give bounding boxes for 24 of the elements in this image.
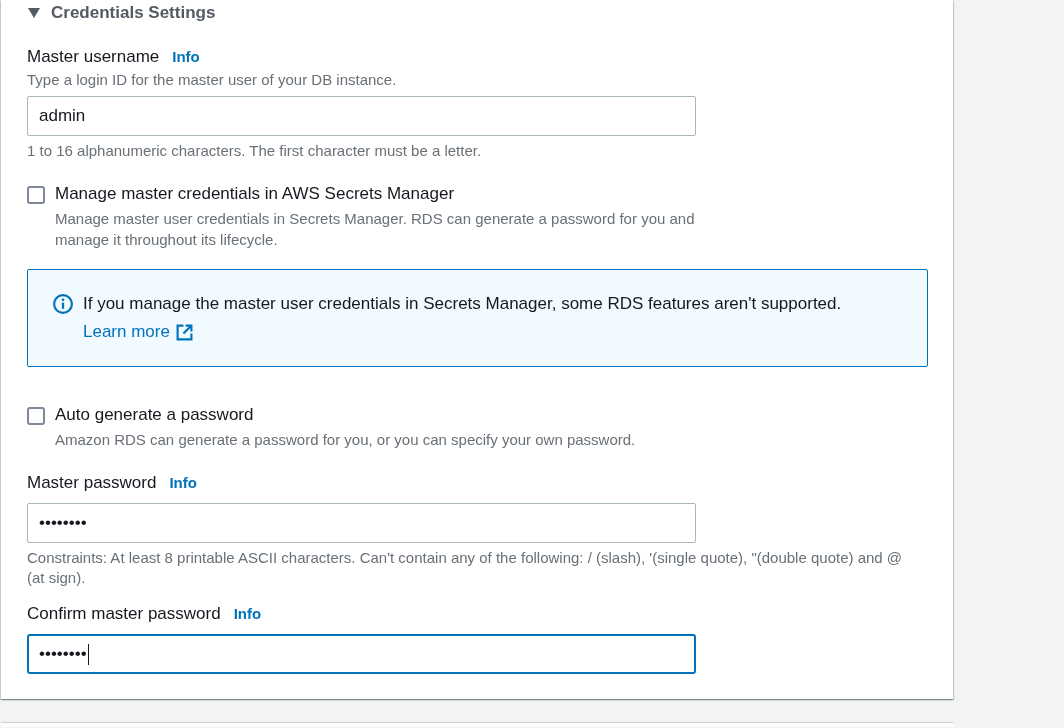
info-link[interactable]: Info xyxy=(233,603,262,625)
field-description: Type a login ID for the master user of your DB instance. xyxy=(27,70,398,90)
learn-more-link[interactable]: Learn more xyxy=(83,318,193,346)
info-icon xyxy=(53,294,73,314)
text-field[interactable]: •••••••• xyxy=(27,503,696,543)
checkbox-label: Auto generate a password xyxy=(55,404,255,426)
checkbox[interactable] xyxy=(27,407,45,425)
info-link[interactable]: Info xyxy=(172,46,200,68)
text-field[interactable]: •••••••• xyxy=(27,634,696,674)
section-toggle[interactable]: Credentials Settings xyxy=(27,0,216,26)
text-cursor-icon xyxy=(87,643,89,665)
external-link-icon xyxy=(175,323,193,341)
field-hint: Constraints: At least 8 printable ASCII characters. Can't contain any of the following: / (slash), '(single quote), "(double quote) and @ (at sign). xyxy=(27,548,904,588)
text-field[interactable]: admin xyxy=(27,96,696,136)
checkbox-label: Manage master credentials in AWS Secrets Manager xyxy=(55,183,456,205)
field-label: Master username xyxy=(27,46,160,68)
checkbox[interactable] xyxy=(27,186,45,204)
alert-message: If you manage the master user credentials in Secrets Manager, some RDS features aren't supported. xyxy=(83,293,842,315)
field-hint: 1 to 16 alphanumeric characters. The first character must be a letter. xyxy=(27,141,483,161)
checkbox-description: Amazon RDS can generate a password for you, or you can specify your own password. xyxy=(55,430,637,450)
field-label: Master password xyxy=(27,472,157,494)
info-link[interactable]: Info xyxy=(169,472,197,494)
checkbox-description: Manage master user credentials in Secrets Manager. RDS can generate a password for you and manage it throughout its lifecycle. xyxy=(55,209,696,250)
field-label: Confirm master password xyxy=(27,603,221,625)
